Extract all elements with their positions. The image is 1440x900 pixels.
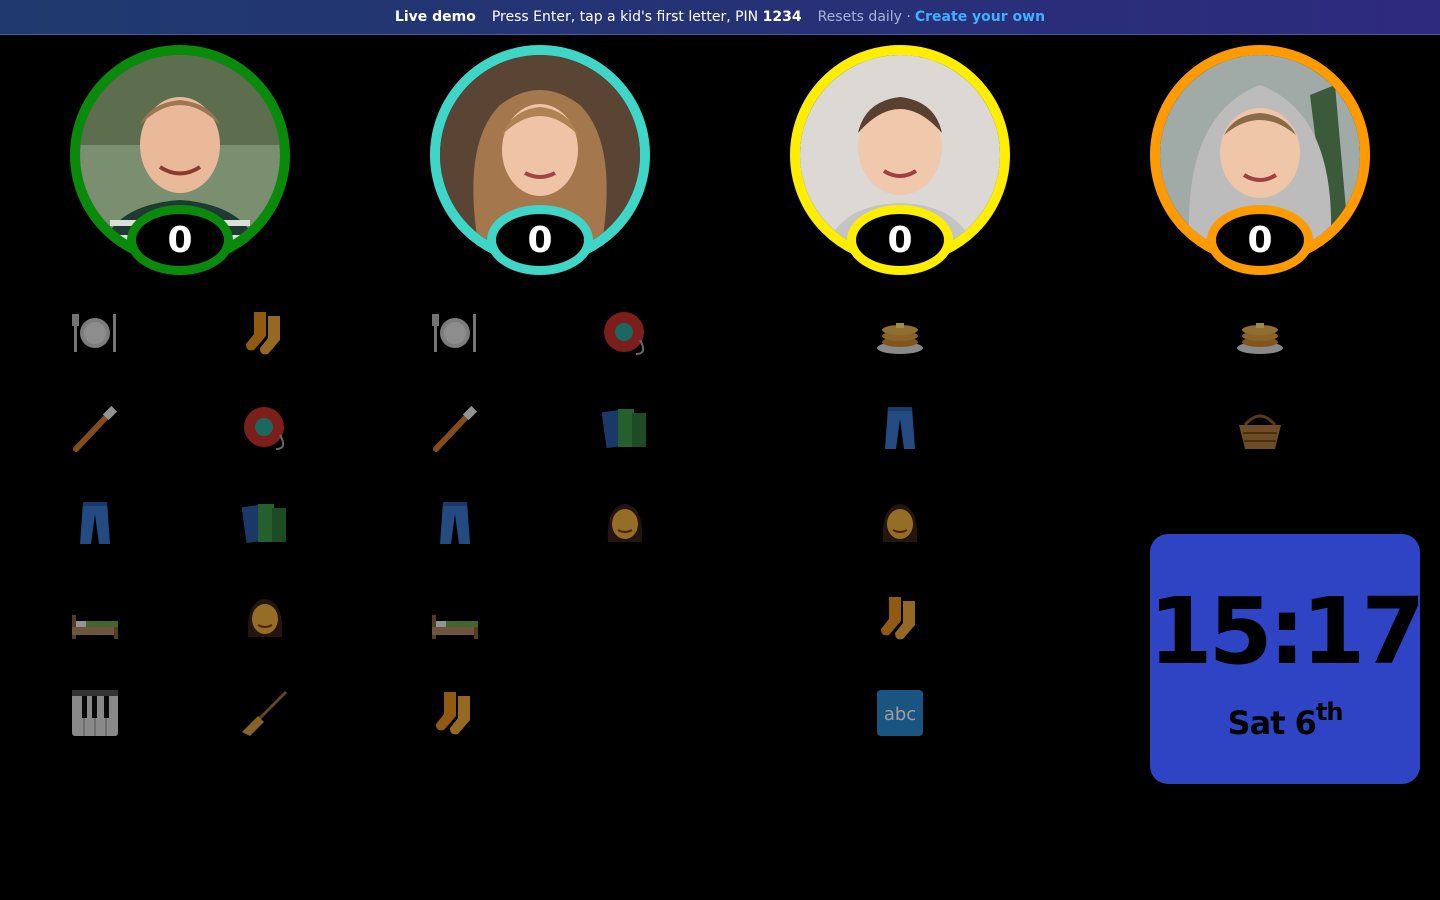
demo-banner: Live demo Press Enter, tap a kid's first… [0, 0, 1440, 35]
basket-icon[interactable] [1232, 400, 1288, 456]
jeans-icon[interactable] [427, 495, 483, 551]
kid-score: 0 [127, 205, 233, 275]
piano-icon[interactable] [67, 685, 123, 741]
kid-card-2[interactable]: 0 [430, 45, 650, 277]
create-your-own-link[interactable]: Create your own [915, 9, 1045, 25]
toothbrush-icon[interactable] [67, 400, 123, 456]
clock-day: Sat 6 [1227, 704, 1317, 742]
bed-icon[interactable] [67, 590, 123, 646]
woman-icon[interactable] [597, 495, 653, 551]
broom-icon[interactable] [237, 685, 293, 741]
books-icon[interactable] [597, 400, 653, 456]
pancakes-icon[interactable] [1232, 305, 1288, 361]
pancakes-icon[interactable] [872, 305, 928, 361]
fork-plate-icon[interactable] [67, 305, 123, 361]
yoyo-icon[interactable] [237, 400, 293, 456]
kid-score: 0 [1207, 205, 1313, 275]
demo-instructions: Press Enter, tap a kid's first letter, P… [492, 9, 802, 25]
clock-day-suffix: th [1315, 698, 1344, 726]
abc-icon[interactable]: abc [872, 685, 928, 741]
live-demo-label: Live demo [394, 9, 476, 25]
woman-icon[interactable] [237, 590, 293, 646]
socks-icon[interactable] [237, 305, 293, 361]
socks-icon[interactable] [872, 590, 928, 646]
woman-icon[interactable] [872, 495, 928, 551]
books-icon[interactable] [237, 495, 293, 551]
kid-card-3[interactable]: 0 [790, 45, 1010, 277]
jeans-icon[interactable] [67, 495, 123, 551]
socks-icon[interactable] [427, 685, 483, 741]
svg-text:abc: abc [884, 704, 916, 725]
kid-card-4[interactable]: 0 [1150, 45, 1370, 277]
clock-date: Sat 6th [1227, 698, 1344, 742]
bed-icon[interactable] [427, 590, 483, 646]
toothbrush-icon[interactable] [427, 400, 483, 456]
yoyo-icon[interactable] [597, 305, 653, 361]
clock-time: 15:17 [1148, 578, 1426, 685]
resets-note: Resets daily · [817, 9, 911, 25]
kid-score: 0 [847, 205, 953, 275]
jeans-icon[interactable] [872, 400, 928, 456]
clock-widget: 15:17 Sat 6th [1148, 534, 1426, 784]
kid-score: 0 [487, 205, 593, 275]
instructions-text: Press Enter, tap a kid's first letter, P… [491, 9, 759, 25]
kid-card-1[interactable]: 0 [70, 45, 290, 277]
fork-plate-icon[interactable] [427, 305, 483, 361]
demo-pin: 1234 [762, 9, 802, 25]
